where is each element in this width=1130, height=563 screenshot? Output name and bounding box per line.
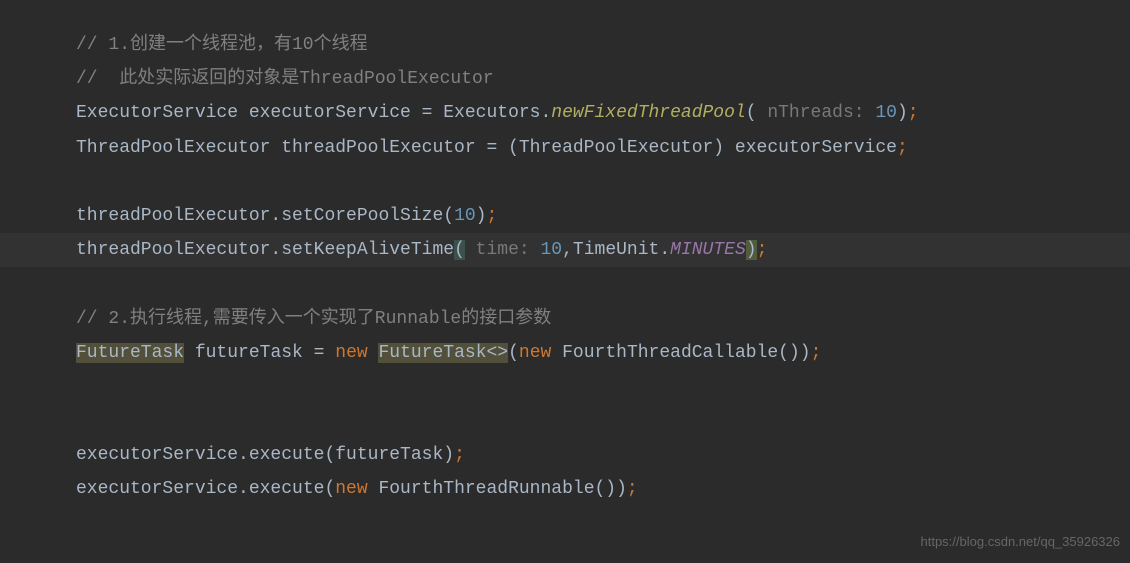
param-hint: nThreads: <box>757 103 876 123</box>
code-text: FourthThreadRunnable()) <box>368 479 627 499</box>
code-text: executorService.execute(futureTask) <box>76 445 454 465</box>
code-semicolon: ; <box>908 103 919 123</box>
code-semicolon: ; <box>897 138 908 158</box>
code-text: ,TimeUnit. <box>562 240 670 260</box>
code-semicolon: ; <box>454 445 465 465</box>
code-number: 10 <box>541 240 563 260</box>
code-method: newFixedThreadPool <box>551 103 745 123</box>
code-comment: // 此处实际返回的对象是ThreadPoolExecutor <box>76 69 494 89</box>
code-text: ExecutorService executorService = Execut… <box>76 103 551 123</box>
code-warning: FutureTask <box>76 343 184 363</box>
code-keyword: new <box>335 343 367 363</box>
code-number: 10 <box>454 206 476 226</box>
code-paren: ( <box>508 343 519 363</box>
code-text: FourthThreadCallable()) <box>551 343 810 363</box>
code-editor[interactable]: // 1.创建一个线程池，有10个线程 // 此处实际返回的对象是ThreadP… <box>76 28 1130 507</box>
code-text: threadPoolExecutor.setKeepAliveTime <box>76 240 454 260</box>
code-comment: // 2.执行线程,需要传入一个实现了Runnable的接口参数 <box>76 309 551 329</box>
code-constant: MINUTES <box>670 240 746 260</box>
code-text: ThreadPoolExecutor threadPoolExecutor = … <box>76 138 897 158</box>
watermark-text: https://blog.csdn.net/qq_35926326 <box>921 530 1121 555</box>
code-number: 10 <box>875 103 897 123</box>
param-hint: time: <box>465 240 541 260</box>
code-text: threadPoolExecutor.setCorePoolSize( <box>76 206 454 226</box>
code-semicolon: ; <box>757 240 768 260</box>
code-keyword: new <box>335 479 367 499</box>
code-text <box>368 343 379 363</box>
code-paren: ) <box>476 206 487 226</box>
code-warning: FutureTask<> <box>378 343 508 363</box>
highlighted-line: threadPoolExecutor.setKeepAliveTime( tim… <box>0 233 1130 267</box>
code-paren: ) <box>897 103 908 123</box>
code-keyword: new <box>519 343 551 363</box>
code-text: executorService.execute( <box>76 479 335 499</box>
code-paren: ) <box>746 240 757 260</box>
code-paren: ( <box>746 103 757 123</box>
code-paren: ( <box>454 240 465 260</box>
code-semicolon: ; <box>627 479 638 499</box>
code-semicolon: ; <box>486 206 497 226</box>
code-semicolon: ; <box>811 343 822 363</box>
code-text: futureTask = <box>184 343 335 363</box>
code-comment: // 1.创建一个线程池，有10个线程 <box>76 35 368 55</box>
